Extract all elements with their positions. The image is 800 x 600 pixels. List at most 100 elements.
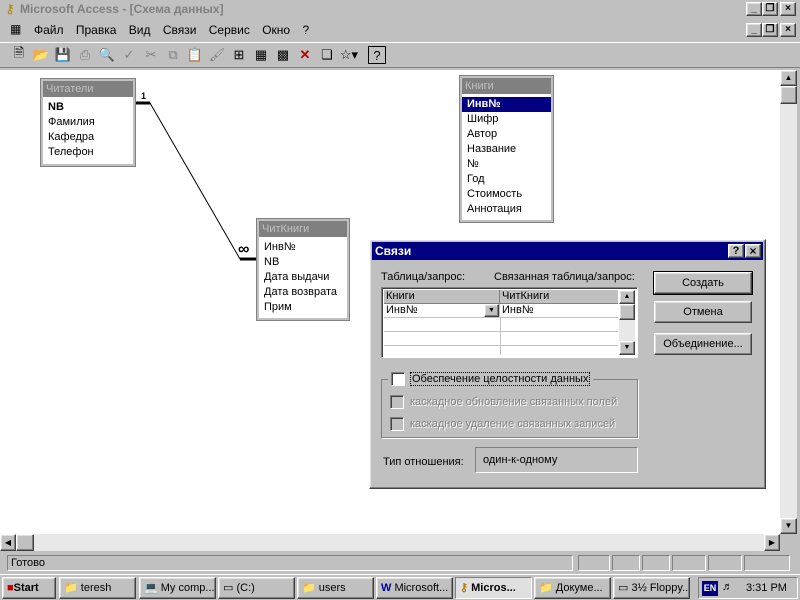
grid-scroll-thumb[interactable] [619,304,635,320]
table-books[interactable]: Книги Инв№ Шифр Автор Название № Год Сто… [459,75,554,223]
menu-window[interactable]: Окно [262,23,290,37]
menu-help[interactable]: ? [302,23,309,37]
scroll-up-icon[interactable]: ▲ [780,70,797,86]
field-surname[interactable]: Фамилия [43,115,133,130]
field-phone[interactable]: Телефон [43,145,133,160]
grid-scroll-down-icon[interactable]: ▼ [619,341,635,355]
doc-minimize-button[interactable]: _ [746,23,762,37]
field-invno-selected[interactable]: Инв№ [462,97,551,112]
table-books-title[interactable]: Книги [462,78,551,94]
delete-icon[interactable]: ✕ [294,44,316,66]
save-icon[interactable]: 💾 [52,44,74,66]
cancel-button[interactable]: Отмена [654,301,752,323]
task-mycomputer[interactable]: 💻 My comp... [139,577,216,599]
print-preview-icon[interactable]: 🔍 [96,44,118,66]
toolbar: 🗎 📂 💾 ⎙ 🔍 ✓ ✂ ⧉ 📋 🖌 ⊞ ▦ ▩ ✕ ❏ ☆▾ ? [0,42,800,68]
menu-items: Файл Правка Вид Связи Сервис Окно ? [34,23,318,37]
new-object-icon[interactable]: ☆▾ [338,44,360,66]
field-nb[interactable]: NB [259,255,347,270]
menu-edit[interactable]: Правка [76,23,117,37]
horizontal-scrollbar[interactable]: ◀ ▶ [0,534,780,551]
field-note[interactable]: Прим [259,300,347,315]
cut-icon[interactable]: ✂ [140,44,162,66]
scroll-thumb-h[interactable] [16,534,34,551]
field-return-date[interactable]: Дата возврата [259,285,347,300]
field-annotation[interactable]: Аннотация [462,202,551,217]
fields-grid[interactable]: Книги ЧитКниги Инв№ ▼ Инв№ ▲ ▼ [381,287,638,358]
scroll-left-icon[interactable]: ◀ [0,534,16,551]
app-minimize-button[interactable]: _ [746,2,762,16]
menu-tools[interactable]: Сервис [209,23,250,37]
join-type-button[interactable]: Объединение... [654,333,752,355]
key-icon[interactable]: ⚷ [2,1,18,17]
field-number[interactable]: № [462,157,551,172]
field-title[interactable]: Название [462,142,551,157]
grid-cell-related-field[interactable]: Инв№ [500,304,618,318]
table-readers-title[interactable]: Читатели [43,81,133,97]
field-issue-date[interactable]: Дата выдачи [259,270,347,285]
create-button[interactable]: Создать [653,271,753,295]
menu-relations[interactable]: Связи [163,23,197,37]
show-direct-icon[interactable]: ▦ [250,44,272,66]
integrity-checkbox-row[interactable]: Обеспечение целостности данных [388,372,594,386]
print-icon[interactable]: ⎙ [74,44,96,66]
clock[interactable]: 3:31 PM [746,582,787,594]
doc-restore-button[interactable]: ❐ [762,23,778,37]
task-teresh[interactable]: 📁 teresh [59,577,136,599]
scroll-down-icon[interactable]: ▼ [780,518,797,534]
doc-icon[interactable]: ▦ [10,22,28,38]
table-readers[interactable]: Читатели NB Фамилия Кафедра Телефон [40,78,136,167]
menu-file[interactable]: Файл [34,23,64,37]
field-cost[interactable]: Стоимость [462,187,551,202]
grid-scroll-up-icon[interactable]: ▲ [619,290,635,304]
table-chitknigi[interactable]: ЧитКниги Инв№ NB Дата выдачи Дата возвра… [256,218,350,321]
start-button[interactable]: ■Start [2,577,56,599]
table-chitknigi-title[interactable]: ЧитКниги [259,221,347,237]
relation-type-label: Тип отношения: [383,456,464,468]
task-documents[interactable]: 📁 Докуме... [534,577,611,599]
copy-icon[interactable]: ⧉ [162,44,184,66]
cascade-update-row: каскадное обновление связанных полей [390,395,617,409]
task-users[interactable]: 📁 users [297,577,374,599]
grid-empty-rows[interactable] [384,318,618,355]
task-floppy[interactable]: ▭ 3½ Floppy... [613,577,690,599]
field-code[interactable]: Шифр [462,112,551,127]
integrity-checkbox[interactable] [391,372,405,386]
grid-dropdown-icon[interactable]: ▼ [484,304,499,317]
spelling-icon[interactable]: ✓ [118,44,140,66]
vertical-scrollbar[interactable]: ▲ ▼ [780,70,797,534]
speaker-icon[interactable]: ♬ [722,581,733,593]
scroll-right-icon[interactable]: ▶ [764,534,780,551]
field-nb[interactable]: NB [43,100,133,115]
show-all-icon[interactable]: ▩ [272,44,294,66]
doc-close-button[interactable]: × [780,23,796,37]
paste-icon[interactable]: 📋 [184,44,206,66]
help-icon[interactable]: ? [368,46,386,64]
cascade-delete-checkbox[interactable] [390,417,404,431]
dialog-help-button[interactable]: ? [728,244,744,258]
field-invno[interactable]: Инв№ [259,240,347,255]
scroll-thumb-v[interactable] [780,86,797,104]
field-year[interactable]: Год [462,172,551,187]
field-department[interactable]: Кафедра [43,130,133,145]
cascade-update-checkbox[interactable] [390,395,404,409]
task-word[interactable]: W Microsoft... [376,577,453,599]
format-painter-icon[interactable]: 🖌 [206,44,228,66]
language-indicator[interactable]: EN [702,581,718,596]
show-table-icon[interactable]: ⊞ [228,44,250,66]
menu-view[interactable]: Вид [129,23,151,37]
new-icon[interactable]: 🗎 [8,44,30,66]
open-icon[interactable]: 📂 [30,44,52,66]
field-author[interactable]: Автор [462,127,551,142]
task-drive-c[interactable]: ▭ (C:) [218,577,295,599]
database-window-icon[interactable]: ❏ [316,44,338,66]
app-restore-button[interactable]: ❐ [762,2,778,16]
grid-cell-table-value: Инв№ [386,304,418,316]
grid-cell-table-field[interactable]: Инв№ ▼ [384,304,500,318]
app-close-button[interactable]: × [780,2,796,16]
task-access[interactable]: ⚷ Micros... [455,577,532,599]
grid-vscroll[interactable]: ▲ ▼ [619,290,635,355]
relations-dialog: Связи ? × Таблица/запрос: Связанная табл… [369,239,766,489]
dialog-titlebar[interactable]: Связи ? × [372,242,763,260]
dialog-close-button[interactable]: × [745,244,761,258]
